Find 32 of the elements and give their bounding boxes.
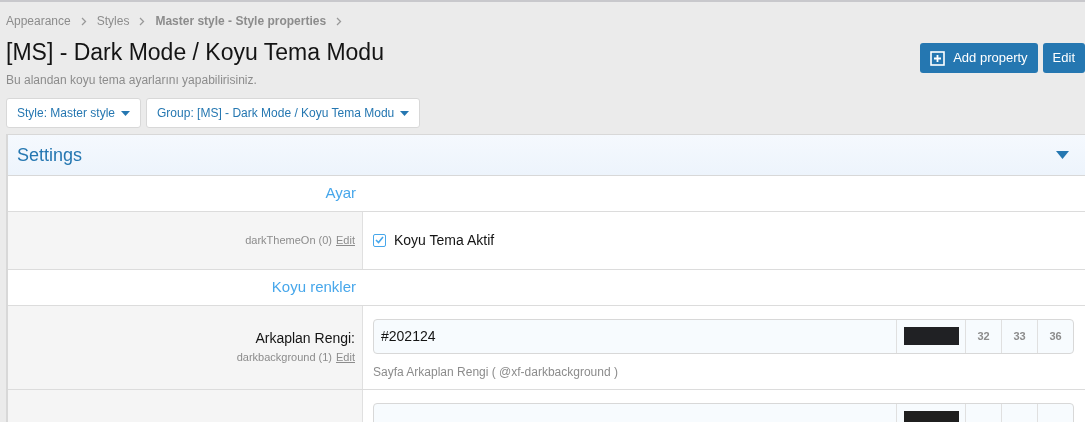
property-hint: Sayfa Arkaplan Rengi ( @xf-darkbackground ) bbox=[373, 363, 619, 381]
color-input[interactable]: #202124 32 33 36 bbox=[373, 318, 1074, 354]
edit-link[interactable]: Edit bbox=[336, 232, 355, 249]
property-name: darkThemeOn (0) bbox=[245, 233, 333, 248]
breadcrumb-link[interactable]: Master style - Style properties bbox=[155, 12, 327, 30]
caret-icon bbox=[400, 110, 410, 116]
property-label: Arkaplan Rengi: bbox=[255, 328, 355, 348]
chevron-icon bbox=[336, 16, 343, 26]
filter-dropdown[interactable]: Group: [MS] - Dark Mode / Koyu Tema Modu bbox=[146, 98, 421, 128]
caret-icon bbox=[121, 110, 131, 116]
filter-dropdown[interactable]: Style: Master style bbox=[6, 98, 142, 128]
collapse-caret-icon[interactable] bbox=[1056, 151, 1069, 159]
plus-square-icon bbox=[930, 50, 946, 66]
add-property-button[interactable]: Add property bbox=[920, 43, 1038, 73]
section-heading: Koyu renkler bbox=[270, 276, 357, 297]
checkbox-label: Koyu Tema Aktif bbox=[394, 230, 495, 250]
page-description: Bu alandan koyu tema ayarlarını yapabilirisiniz. bbox=[6, 72, 258, 89]
chevron-icon bbox=[139, 16, 146, 26]
rgb-value: 32 bbox=[965, 319, 1001, 353]
color-swatch[interactable] bbox=[903, 327, 959, 345]
rgb-value: 36 bbox=[1037, 319, 1073, 353]
checkbox[interactable] bbox=[373, 233, 386, 247]
breadcrumb-link[interactable]: Appearance bbox=[6, 12, 71, 30]
section-heading: Ayar bbox=[324, 183, 357, 204]
page-title: [MS] - Dark Mode / Koyu Tema Modu bbox=[6, 38, 384, 67]
rgb-value: 33 bbox=[1001, 319, 1037, 353]
edit-button[interactable]: Edit bbox=[1042, 43, 1085, 73]
panel-title: Settings bbox=[17, 143, 83, 167]
edit-link[interactable]: Edit bbox=[336, 348, 355, 365]
chevron-icon bbox=[80, 16, 87, 26]
breadcrumb-link[interactable]: Styles bbox=[96, 12, 130, 30]
property-name: darkbackground (1) bbox=[236, 349, 333, 365]
